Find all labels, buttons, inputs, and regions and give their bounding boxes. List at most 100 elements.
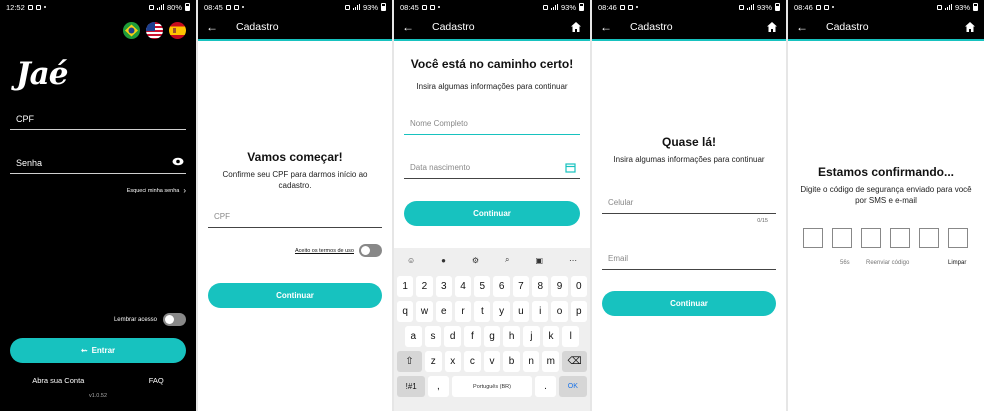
key-o[interactable]: o [551,301,568,322]
key-v[interactable]: v [483,351,501,372]
show-password-eye-icon[interactable] [172,157,184,168]
terms-row: Aceito os termos de uso [295,244,382,257]
period-key[interactable]: . [535,376,556,397]
home-icon[interactable] [570,21,582,33]
clipboard-icon[interactable]: ▣ [535,256,543,265]
key-u[interactable]: u [512,301,530,322]
key-l[interactable]: l [562,326,580,347]
remember-toggle[interactable] [163,313,186,326]
cpf-input[interactable]: CPF [208,206,382,228]
key-n[interactable]: n [522,351,540,372]
continue-button[interactable]: Continuar [208,283,382,308]
microphone-icon[interactable]: ● [441,256,446,265]
code-digit-input[interactable] [948,228,968,248]
heading: Estamos confirmando... [817,165,955,179]
name-placeholder: Nome Completo [410,119,468,128]
key-7[interactable]: 7 [512,276,530,297]
continue-button[interactable]: Continuar [404,201,580,226]
key-b[interactable]: b [503,351,520,372]
heading: Você está no caminho certo! [410,57,574,71]
key-w[interactable]: w [416,301,433,322]
calendar-icon[interactable] [565,162,576,173]
phone-input[interactable]: Celular [602,192,776,214]
full-name-input[interactable]: Nome Completo [404,113,580,135]
symbols-key[interactable]: !#1 [397,376,426,397]
key-y[interactable]: y [493,301,510,322]
open-account-link[interactable]: Abra sua Conta [32,376,84,385]
key-9[interactable]: 9 [551,276,568,297]
notification-icon [225,4,231,10]
signal-icon [746,4,754,10]
home-icon[interactable] [964,21,976,33]
backspace-key-icon[interactable]: ⌫ [562,351,587,372]
key-c[interactable]: c [464,351,481,372]
key-1[interactable]: 1 [397,276,414,297]
notification-icon [627,4,633,10]
faq-link[interactable]: FAQ [149,376,164,385]
back-arrow-icon[interactable]: ← [402,20,418,34]
phone-placeholder: Celular [608,198,634,207]
terms-toggle[interactable] [359,244,382,257]
key-q[interactable]: q [397,301,414,322]
key-8[interactable]: 8 [532,276,549,297]
key-k[interactable]: k [542,326,560,347]
birth-placeholder: Data nascimento [410,163,471,172]
back-arrow-icon[interactable]: ← [796,20,812,34]
terms-link[interactable]: Aceito os termos de uso [295,248,354,254]
key-f[interactable]: f [464,326,481,347]
key-z[interactable]: z [424,351,442,372]
forgot-password-link[interactable]: Esqueci minha senha › [127,186,186,195]
shift-key-icon[interactable]: ⇧ [397,351,422,372]
key-p[interactable]: p [570,301,587,322]
key-m[interactable]: m [542,351,560,372]
resend-code-link[interactable]: Reenviar código [866,260,909,266]
code-digit-input[interactable] [861,228,881,248]
comma-key[interactable]: , [428,376,449,397]
key-5[interactable]: 5 [474,276,491,297]
enter-button[interactable]: ⇜ Entrar [10,338,186,363]
key-6[interactable]: 6 [493,276,510,297]
code-digit-input[interactable] [890,228,910,248]
settings-gear-icon[interactable]: ⚙ [472,256,479,265]
space-key[interactable]: Português (BR) [451,376,533,397]
back-arrow-icon[interactable]: ← [600,20,616,34]
email-input[interactable]: Email [602,248,776,270]
key-r[interactable]: r [454,301,472,322]
birth-date-input[interactable]: Data nascimento [404,157,580,179]
key-e[interactable]: e [435,301,452,322]
key-a[interactable]: a [405,326,422,347]
flag-usa-icon[interactable] [146,22,163,39]
key-h[interactable]: h [503,326,521,347]
key-x[interactable]: x [444,351,462,372]
code-digit-input[interactable] [919,228,939,248]
app-bar: ← Cadastro [198,14,392,41]
flag-spain-icon[interactable] [169,22,186,39]
back-arrow-icon[interactable]: ← [206,20,222,34]
mute-icon [344,4,350,10]
code-digit-input[interactable] [832,228,852,248]
signup-code-screen: 08:46 93% ← Cadastro Estamos confirmando… [788,0,984,411]
password-field[interactable]: Senha [10,152,186,174]
more-icon[interactable]: ⋯ [569,256,577,265]
key-j[interactable]: j [523,326,540,347]
key-t[interactable]: t [474,301,491,322]
key-4[interactable]: 4 [454,276,472,297]
search-icon[interactable]: ⌕ [505,255,509,265]
key-g[interactable]: g [483,326,501,347]
key-s[interactable]: s [424,326,442,347]
key-2[interactable]: 2 [416,276,433,297]
ok-key[interactable]: OK [558,376,587,397]
key-i[interactable]: i [532,301,549,322]
key-3[interactable]: 3 [435,276,452,297]
continue-button[interactable]: Continuar [602,291,776,316]
flag-brazil-icon[interactable] [123,22,140,39]
code-digit-input[interactable] [803,228,823,248]
notification-icon [429,4,435,10]
remember-label: Lembrar acesso [113,316,157,323]
key-0[interactable]: 0 [570,276,587,297]
cpf-field[interactable]: CPF [10,108,186,130]
clear-code-link[interactable]: Limpar [948,260,966,266]
key-d[interactable]: d [444,326,462,347]
home-icon[interactable] [766,21,778,33]
emoji-icon[interactable]: ☺ [407,256,415,265]
